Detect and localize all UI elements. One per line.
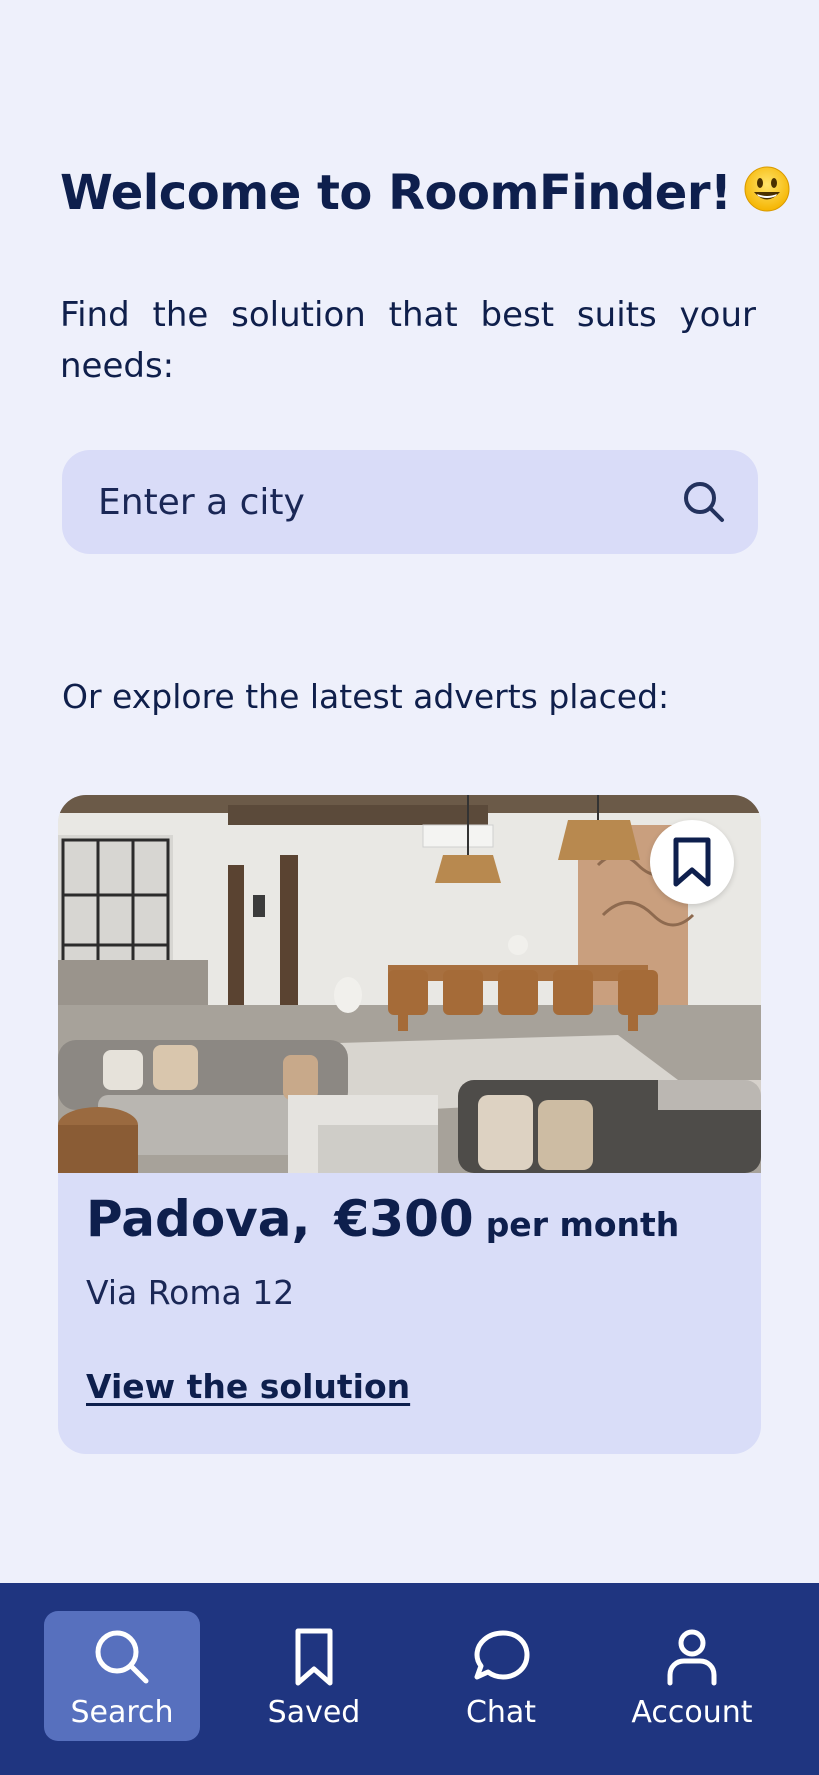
page-title: Welcome to RoomFinder! [60,165,791,221]
nav-account[interactable]: Account [614,1611,770,1741]
living-room-photo [58,795,761,1173]
listing-address: Via Roma 12 [86,1273,295,1312]
nav-search[interactable]: Search [44,1611,200,1741]
nav-chat[interactable]: Chat [423,1611,579,1741]
listing-city: Padova, [86,1190,311,1248]
city-search-input[interactable]: Enter a city [62,450,758,554]
home-screen: Welcome to RoomFinder! Find the solution… [0,0,819,1775]
nav-saved-label: Saved [267,1695,361,1730]
listing-price: €300 [334,1190,474,1248]
smiley-face-icon [744,166,790,212]
chat-bubble-icon [474,1630,530,1680]
bookmark-icon [295,1628,333,1686]
page-subtitle: Find the solution that best suits your n… [60,295,756,386]
nav-account-label: Account [631,1695,753,1730]
bookmark-button[interactable] [650,820,734,904]
person-icon [667,1629,717,1686]
nav-search-label: Search [70,1695,174,1730]
nav-saved[interactable]: Saved [236,1611,392,1741]
search-icon[interactable] [680,478,728,526]
listing-card[interactable]: Padova, €300 per month Via Roma 12 View … [58,795,761,1454]
bookmark-icon [673,837,711,887]
listing-period: per month [485,1205,680,1244]
view-solution-link[interactable]: View the solution [86,1367,410,1406]
page-title-text: Welcome to RoomFinder! [60,165,732,221]
search-icon [95,1630,149,1684]
search-placeholder: Enter a city [98,481,305,523]
nav-chat-label: Chat [465,1695,537,1730]
listing-headline: Padova, €300 per month [86,1190,679,1248]
explore-label: Or explore the latest adverts placed: [62,677,670,716]
bottom-navigation: Search Saved Chat Account [0,1583,819,1775]
